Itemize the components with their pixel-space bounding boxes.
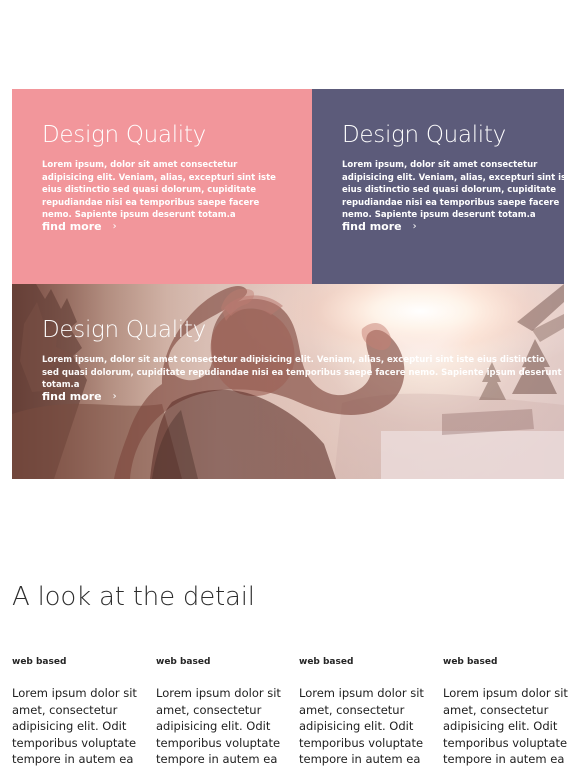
detail-column: web based Lorem ipsum dolor sit amet, co… (156, 656, 286, 766)
detail-label: web based (12, 657, 67, 667)
feature-card-description: Lorem ipsum, dolor sit amet consectetur … (42, 160, 276, 220)
detail-label: web based (299, 657, 354, 667)
feature-card-title: Design Quality (42, 122, 206, 148)
find-more-link[interactable]: find more › (42, 220, 117, 234)
feature-card-navy: Design Quality Lorem ipsum, dolor sit am… (312, 89, 564, 284)
detail-text: Lorem ipsum dolor sit amet, consectetur … (156, 686, 281, 766)
detail-text: Lorem ipsum dolor sit amet, consectetur … (12, 686, 137, 766)
find-more-label: find more (342, 220, 402, 233)
feature-card-row: Design Quality Lorem ipsum, dolor sit am… (12, 89, 564, 284)
chevron-right-icon: › (112, 221, 117, 232)
find-more-label: find more (42, 220, 102, 233)
landing-page: Design Quality Lorem ipsum, dolor sit am… (0, 0, 573, 767)
banner-find-more-link[interactable]: find more › (42, 390, 117, 404)
chevron-right-icon: › (412, 221, 417, 232)
chevron-right-icon: › (112, 391, 117, 402)
detail-text: Lorem ipsum dolor sit amet, consectetur … (299, 686, 424, 766)
find-more-link[interactable]: find more › (342, 220, 417, 234)
find-more-label: find more (42, 390, 102, 403)
photo-banner: Design Quality Lorem ipsum, dolor sit am… (12, 284, 564, 479)
feature-card-description: Lorem ipsum, dolor sit amet consectetur … (342, 160, 564, 220)
banner-description: Lorem ipsum, dolor sit amet consectetur … (42, 355, 562, 390)
detail-section-title: A look at the detail (12, 582, 255, 612)
detail-feature-grid: web based Lorem ipsum dolor sit amet, co… (12, 656, 573, 767)
detail-column: web based Lorem ipsum dolor sit amet, co… (12, 656, 142, 766)
detail-label: web based (443, 657, 498, 667)
banner-title: Design Quality (42, 317, 206, 343)
detail-column: web based Lorem ipsum dolor sit amet, co… (443, 656, 573, 766)
feature-card-pink: Design Quality Lorem ipsum, dolor sit am… (12, 89, 312, 284)
detail-column: web based Lorem ipsum dolor sit amet, co… (299, 656, 429, 766)
feature-card-title: Design Quality (342, 122, 506, 148)
detail-label: web based (156, 657, 211, 667)
detail-text: Lorem ipsum dolor sit amet, consectetur … (443, 686, 568, 766)
